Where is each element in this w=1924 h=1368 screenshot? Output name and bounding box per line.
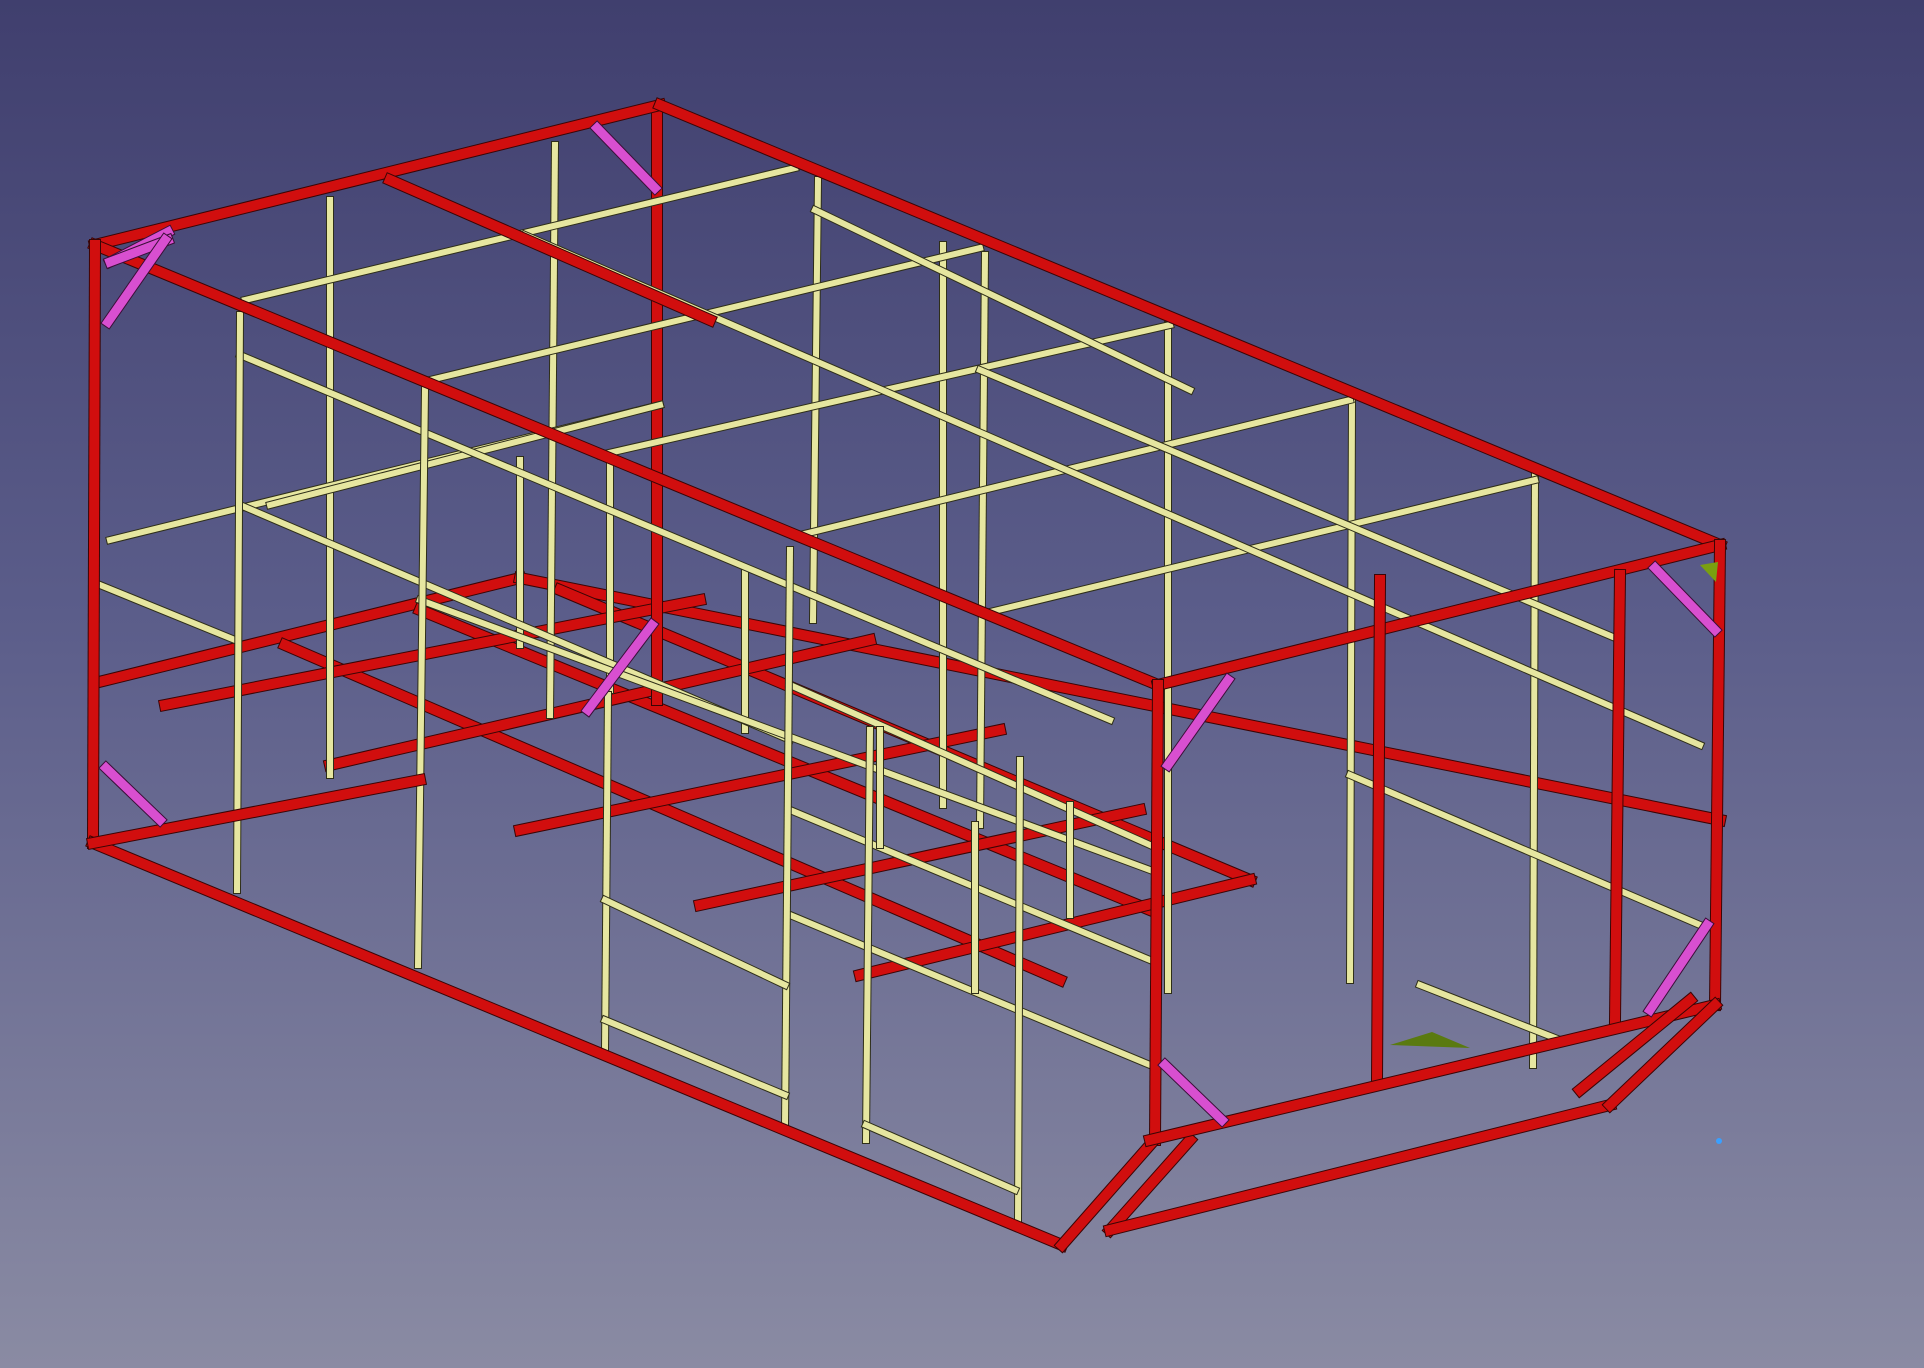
- stud[interactable]: [1528, 470, 1540, 1070]
- stud[interactable]: [413, 385, 430, 970]
- stud[interactable]: [861, 725, 875, 1145]
- purlin[interactable]: [599, 1014, 791, 1101]
- gusset-plate[interactable]: [1700, 562, 1718, 582]
- corner-brace[interactable]: [98, 760, 168, 828]
- corner-brace[interactable]: [1647, 560, 1723, 638]
- stud[interactable]: [600, 690, 613, 1055]
- purlin[interactable]: [599, 894, 791, 991]
- roof-rafter[interactable]: [795, 395, 1355, 540]
- gusset-plate[interactable]: [1390, 1032, 1470, 1048]
- bottom-right-rail-lower[interactable]: [1102, 1097, 1618, 1238]
- purlin[interactable]: [94, 579, 241, 646]
- selection-point-indicator: [1716, 1138, 1722, 1144]
- bottom-right-rail[interactable]: [1142, 997, 1723, 1148]
- corner-brace[interactable]: [1157, 1057, 1230, 1128]
- roof-rafter[interactable]: [985, 475, 1540, 617]
- stud[interactable]: [975, 250, 990, 830]
- bottom-left-rail[interactable]: [85, 772, 428, 851]
- purlin[interactable]: [1414, 979, 1566, 1046]
- 3d-viewport[interactable]: [0, 0, 1924, 1368]
- stud[interactable]: [232, 310, 245, 895]
- purlin[interactable]: [1344, 769, 1706, 931]
- bottom-front-rail[interactable]: [85, 835, 1070, 1253]
- corner-brace[interactable]: [589, 120, 663, 196]
- front-left-post[interactable]: [86, 238, 102, 850]
- stud[interactable]: [1013, 755, 1025, 1225]
- purlin[interactable]: [860, 1119, 1021, 1196]
- stud[interactable]: [808, 175, 823, 625]
- stud[interactable]: [1345, 395, 1357, 985]
- stud[interactable]: [780, 545, 795, 1130]
- front-right-post[interactable]: [1148, 678, 1165, 1147]
- mid-post[interactable]: [1370, 573, 1387, 1087]
- mid-post[interactable]: [1608, 568, 1627, 1027]
- floor-crossmember[interactable]: [852, 872, 1258, 983]
- rear-right-post[interactable]: [1708, 538, 1727, 1012]
- frame-model[interactable]: [0, 0, 1924, 1368]
- corner-brace[interactable]: [1642, 917, 1715, 1018]
